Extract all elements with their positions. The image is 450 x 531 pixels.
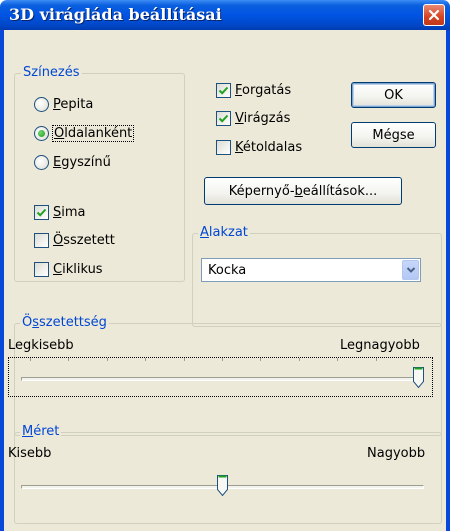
coloring-legend: Színezés [21, 65, 82, 81]
title-bar[interactable]: 3D virágláda beállításai [0, 0, 450, 30]
close-icon [428, 9, 440, 21]
checkbox-label-viragzas: Virágzás [235, 111, 291, 126]
radio-label-egyszinu: Egyszínű [53, 155, 111, 170]
checkbox-label-forgatas: Forgatás [235, 83, 292, 98]
checkbox-sima[interactable]: Sima [34, 205, 86, 220]
checkbox-label-ciklikus: Ciklikus [53, 262, 103, 277]
radio-oldalankent[interactable]: Oldalanként [34, 125, 135, 142]
complexity-max-label: Legnagyobb [340, 338, 420, 353]
cancel-button[interactable]: Mégse [351, 122, 436, 148]
radio-selected-dot [38, 130, 45, 137]
radio-button[interactable] [34, 155, 49, 170]
checkmark-icon [218, 114, 229, 123]
checkbox-ciklikus[interactable]: Ciklikus [34, 262, 103, 277]
ok-button-label: OK [384, 87, 403, 103]
cancel-button-label: Mégse [372, 127, 415, 143]
checkbox-label-sima: Sima [53, 205, 86, 220]
dropdown-button[interactable] [402, 260, 419, 280]
checkbox-box[interactable] [216, 140, 231, 155]
screen-settings-label: Képernyő-beállítások... [228, 183, 378, 199]
complexity-slider[interactable] [8, 357, 433, 397]
window-title: 3D virágláda beállításai [9, 5, 222, 24]
complexity-min-label: Legkisebb [8, 338, 74, 353]
radio-egyszinu[interactable]: Egyszínű [34, 155, 111, 170]
checkbox-box[interactable] [216, 83, 231, 98]
window-border-right [446, 30, 450, 531]
checkbox-box[interactable] [34, 233, 49, 248]
shape-legend: Alakzat [198, 225, 250, 241]
checkbox-viragzas[interactable]: Virágzás [216, 111, 290, 126]
screen-settings-button[interactable]: Képernyő-beállítások... [204, 177, 402, 205]
checkbox-ketoldalas[interactable]: Kétoldalas [216, 140, 302, 155]
checkbox-label-ketoldalas: Kétoldalas [235, 140, 303, 155]
ok-button[interactable]: OK [351, 82, 436, 108]
radio-label-oldalankent: Oldalanként [51, 125, 135, 142]
checkbox-label-osszetett: Összetett [53, 233, 115, 248]
size-slider[interactable] [8, 465, 433, 503]
checkbox-forgatas[interactable]: Forgatás [216, 83, 291, 98]
checkbox-box[interactable] [34, 262, 49, 277]
radio-label-pepita: Pepita [53, 97, 94, 112]
complexity-track [21, 377, 424, 381]
shape-select-value: Kocka [208, 262, 247, 278]
checkmark-icon [36, 208, 47, 217]
radio-button[interactable] [34, 97, 49, 112]
checkmark-icon [218, 86, 229, 95]
checkbox-box[interactable] [34, 205, 49, 220]
complexity-legend: Összetettség [20, 315, 109, 331]
dialog-client: Színezés Pepita Oldalanként Egyszínű Sim… [4, 30, 446, 531]
size-min-label: Kisebb [8, 446, 52, 461]
radio-button[interactable] [34, 126, 49, 141]
shape-select[interactable]: Kocka [201, 258, 421, 282]
slider-thumb[interactable] [413, 367, 424, 388]
size-legend: Méret [20, 424, 62, 440]
checkbox-box[interactable] [216, 111, 231, 126]
slider-thumb[interactable] [217, 475, 228, 496]
size-max-label: Nagyobb [367, 446, 426, 461]
dialog-window: 3D virágláda beállításai Színezés Pepita… [0, 0, 450, 531]
close-button[interactable] [423, 4, 445, 26]
complexity-ticks [30, 358, 415, 361]
radio-pepita[interactable]: Pepita [34, 97, 93, 112]
checkbox-osszetett[interactable]: Összetett [34, 233, 115, 248]
chevron-down-icon [406, 267, 415, 273]
